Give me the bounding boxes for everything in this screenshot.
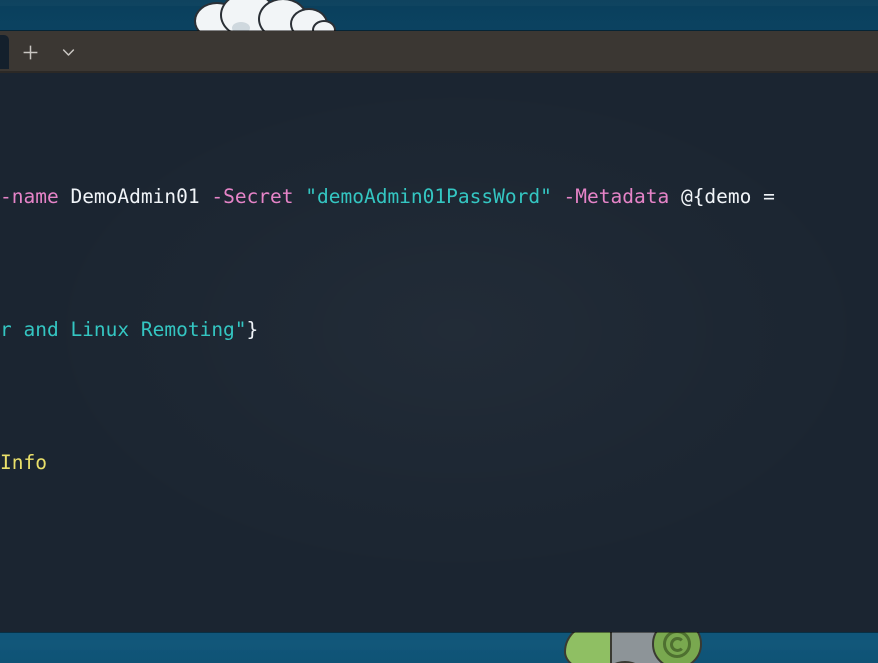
- console-line: -name DemoAdmin01 -Secret "demoAdmin01Pa…: [0, 184, 878, 211]
- token-value: DemoAdmin01: [70, 185, 212, 209]
- chevron-down-icon: [62, 48, 74, 56]
- token-parameter: -Secret: [211, 185, 306, 209]
- token-parameter: -name: [0, 185, 71, 209]
- new-tab-button[interactable]: [13, 35, 47, 69]
- token-string: r and Linux Remoting": [0, 318, 247, 342]
- terminal-window: -name DemoAdmin01 -Secret "demoAdmin01Pa…: [0, 31, 878, 632]
- token-brace: }: [246, 318, 259, 342]
- terminal-pane[interactable]: -name DemoAdmin01 -Secret "demoAdmin01Pa…: [0, 73, 878, 632]
- token-parameter: -Metadata: [563, 185, 681, 209]
- tab-active-clipped[interactable]: [0, 35, 9, 69]
- wallpaper-sheen: [0, 640, 878, 650]
- wallpaper-sheen: [0, 0, 878, 6]
- token-command: Info: [0, 451, 47, 475]
- token-string: "demoAdmin01PassWord": [305, 185, 564, 209]
- cloud-illustration: [186, 0, 346, 40]
- tab-dropdown-button[interactable]: [51, 35, 85, 69]
- token-hashtable: @{demo =: [680, 185, 775, 209]
- console-line: r and Linux Remoting"}: [0, 317, 878, 344]
- terminal-tab-bar: [0, 31, 878, 73]
- console-line: Info: [0, 450, 878, 477]
- plus-icon: [23, 45, 37, 59]
- console-output[interactable]: -name DemoAdmin01 -Secret "demoAdmin01Pa…: [0, 73, 878, 632]
